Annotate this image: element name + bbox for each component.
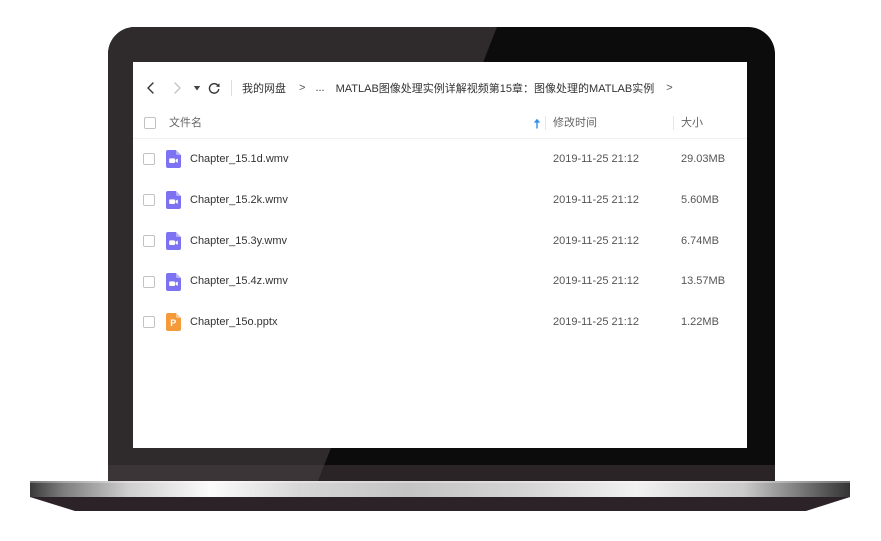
laptop-hinge-shade xyxy=(108,465,324,481)
file-size: 29.03MB xyxy=(681,153,726,165)
file-size: 1.22MB xyxy=(681,316,719,328)
column-divider[interactable] xyxy=(545,116,546,130)
file-row[interactable]: Chapter_15.4z.wmv 2019-11-25 21:12 13.57… xyxy=(133,261,747,302)
file-modified-time: 2019-11-25 21:12 xyxy=(553,234,640,247)
row-checkbox[interactable] xyxy=(143,153,155,166)
file-modified-time: 2019-11-25 21:12 xyxy=(553,316,640,328)
file-list: Chapter_15.1d.wmv 2019-11-25 21:12 29.03… xyxy=(133,139,747,343)
video-file-graphic xyxy=(166,272,181,291)
chevron-right-stroke xyxy=(174,82,181,94)
history-dropdown-button[interactable] xyxy=(193,84,201,92)
column-header-modified[interactable]: 修改时间 xyxy=(553,108,597,138)
caret-down-shape xyxy=(193,86,201,91)
row-checkbox[interactable] xyxy=(143,275,155,288)
file-size: 5.60MB xyxy=(681,193,719,206)
file-row[interactable]: Chapter_15.2k.wmv 2019-11-25 21:12 5.60M… xyxy=(133,180,747,221)
row-checkbox[interactable] xyxy=(143,234,155,247)
file-name[interactable]: Chapter_15.1d.wmv xyxy=(190,139,288,180)
chevron-left-icon xyxy=(147,82,154,94)
camera-body-glyph xyxy=(169,281,175,286)
column-header-name[interactable]: 文件名 xyxy=(169,108,202,138)
row-checkbox[interactable] xyxy=(143,316,155,329)
select-all-checkbox[interactable] xyxy=(144,117,156,129)
file-name[interactable]: Chapter_15.3y.wmv xyxy=(190,221,287,262)
arrow-up-icon xyxy=(533,118,541,129)
row-checkbox[interactable] xyxy=(143,194,155,207)
video-file-graphic xyxy=(166,191,181,210)
icon-fold xyxy=(176,272,181,278)
nav-divider xyxy=(231,80,232,96)
laptop-screen: 我的网盘 > ... MATLAB图像处理实例详解视频第15章：图像处理的MAT… xyxy=(133,62,747,448)
pptx-file-icon: P xyxy=(166,313,181,332)
refresh-arc xyxy=(208,83,220,94)
breadcrumb-current[interactable]: MATLAB图像处理实例详解视频第15章：图像处理的MATLAB实例 xyxy=(336,80,655,96)
icon-fold xyxy=(176,191,181,197)
refresh-icon xyxy=(208,83,220,94)
video-file-icon xyxy=(166,231,181,250)
column-header-size[interactable]: 大小 xyxy=(681,108,703,138)
icon-fold xyxy=(176,313,181,319)
file-modified-time: 2019-11-25 21:12 xyxy=(553,193,640,206)
camera-body-glyph xyxy=(169,199,175,205)
file-modified-time: 2019-11-25 21:12 xyxy=(553,153,640,165)
chevron-right-icon xyxy=(174,82,181,94)
file-row[interactable]: P Chapter_15o.pptx 2019-11-25 21:12 1.22… xyxy=(133,302,747,343)
pptx-file-graphic: P xyxy=(166,313,181,332)
breadcrumb-root[interactable]: 我的网盘 xyxy=(242,80,286,96)
laptop-base-highlight xyxy=(30,481,850,483)
file-size: 6.74MB xyxy=(681,234,719,247)
navigation-bar: 我的网盘 > ... MATLAB图像处理实例详解视频第15章：图像处理的MAT… xyxy=(133,62,747,114)
file-row[interactable]: Chapter_15.1d.wmv 2019-11-25 21:12 29.03… xyxy=(133,139,747,180)
back-button[interactable] xyxy=(144,81,158,95)
file-name[interactable]: Chapter_15o.pptx xyxy=(190,302,277,343)
chevron-left-stroke xyxy=(147,82,154,94)
breadcrumb-ellipsis[interactable]: ... xyxy=(315,82,324,94)
file-row[interactable]: Chapter_15.3y.wmv 2019-11-25 21:12 6.74M… xyxy=(133,221,747,262)
breadcrumb-separator[interactable]: > xyxy=(666,82,672,94)
laptop-base xyxy=(30,481,850,497)
arrow-up-head xyxy=(533,118,541,123)
forward-button[interactable] xyxy=(170,81,184,95)
column-divider[interactable] xyxy=(673,116,674,130)
column-header: 文件名 修改时间 大小 xyxy=(133,108,747,139)
icon-fold xyxy=(176,150,181,156)
refresh-button[interactable] xyxy=(207,81,221,95)
camera-body-glyph xyxy=(169,240,175,245)
video-file-icon xyxy=(166,272,181,291)
file-modified-time: 2019-11-25 21:12 xyxy=(553,275,640,288)
video-file-graphic xyxy=(166,231,181,250)
laptop-base-lip xyxy=(30,497,850,511)
breadcrumb: 我的网盘 > ... MATLAB图像处理实例详解视频第15章：图像处理的MAT… xyxy=(242,62,673,114)
caret-down-icon xyxy=(193,86,201,91)
file-name[interactable]: Chapter_15.2k.wmv xyxy=(190,180,288,221)
file-size: 13.57MB xyxy=(681,275,726,288)
file-name[interactable]: Chapter_15.4z.wmv xyxy=(190,261,288,302)
camera-body-glyph xyxy=(169,158,175,164)
icon-fold xyxy=(176,231,181,237)
video-file-icon xyxy=(166,191,181,210)
video-file-icon xyxy=(166,150,181,169)
pptx-letter: P xyxy=(170,319,176,329)
video-file-graphic xyxy=(166,150,181,169)
breadcrumb-separator: > xyxy=(299,82,306,94)
